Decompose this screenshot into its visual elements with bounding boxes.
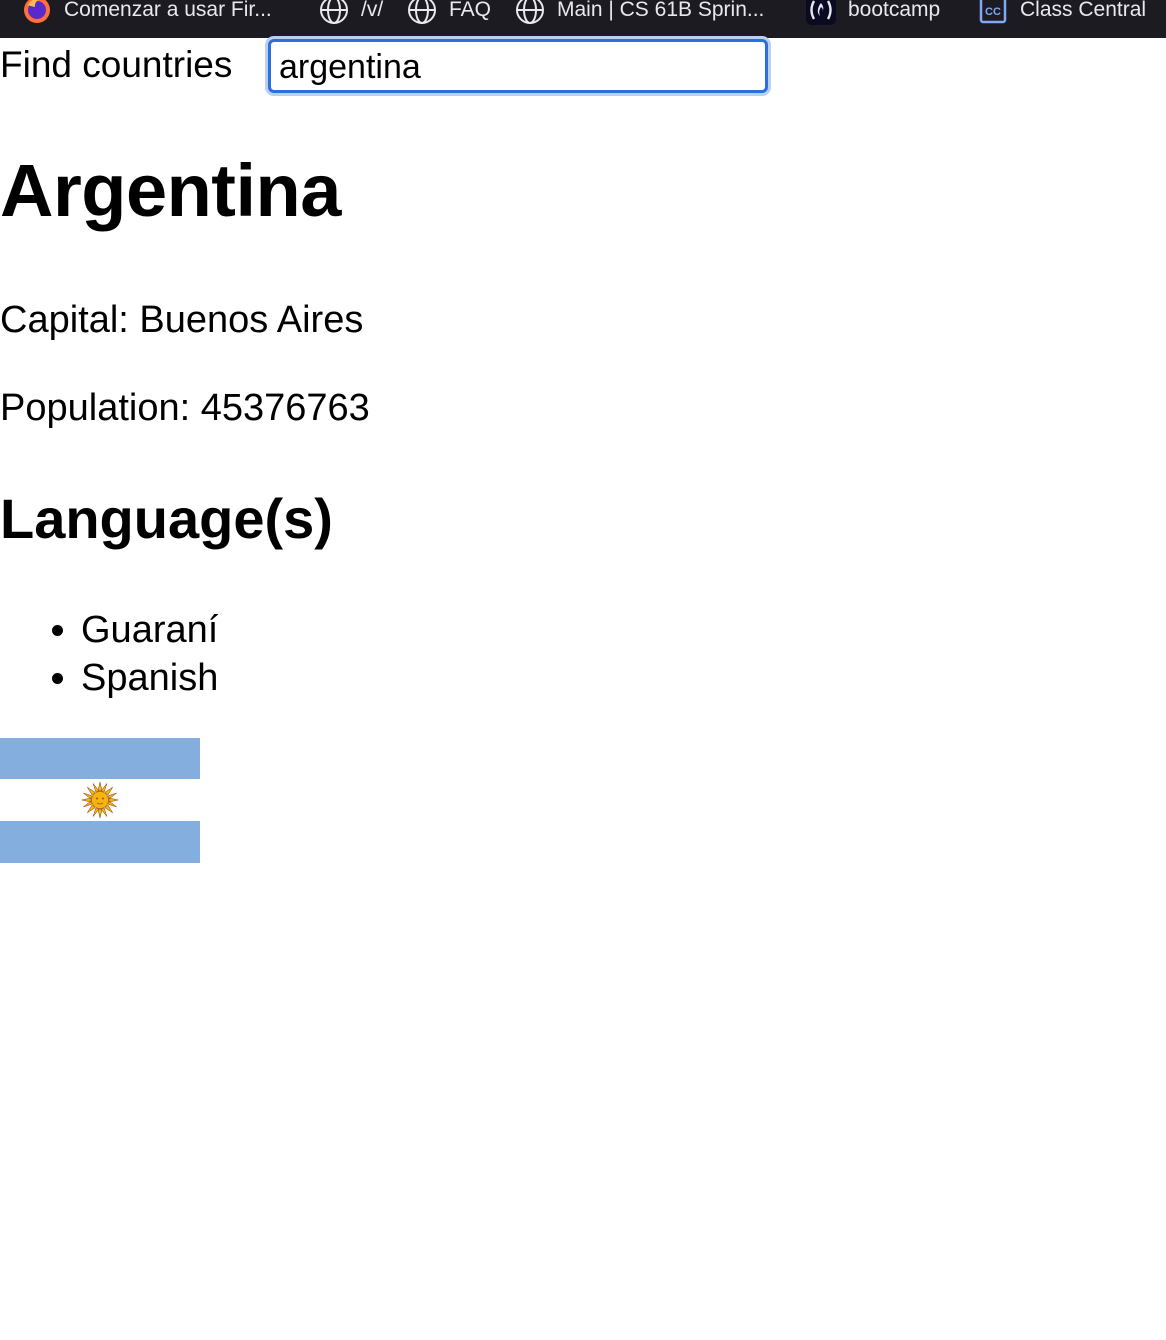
population-label: Population: bbox=[0, 387, 191, 429]
globe-icon bbox=[319, 0, 349, 25]
firefox-icon bbox=[22, 0, 52, 25]
globe-icon bbox=[407, 0, 437, 25]
class-central-icon: CC bbox=[978, 0, 1008, 25]
country-search-input[interactable] bbox=[268, 39, 768, 93]
population-value: 45376763 bbox=[200, 387, 370, 429]
languages-list: Guaraní Spanish bbox=[0, 606, 218, 702]
languages-heading: Language(s) bbox=[0, 487, 333, 550]
bookmark-label: /v/ bbox=[361, 0, 384, 21]
search-label: Find countries bbox=[0, 43, 233, 85]
bookmark-v[interactable]: /v/ bbox=[319, 0, 383, 28]
bookmark-label: Main | CS 61B Sprin... bbox=[557, 0, 765, 21]
bookmark-label: FAQ bbox=[449, 0, 492, 21]
sun-of-may-icon bbox=[81, 781, 119, 819]
search-row: Find countries bbox=[0, 38, 232, 94]
language-item: Spanish bbox=[81, 654, 218, 702]
svg-text:CC: CC bbox=[985, 6, 1001, 18]
bookmarks-toolbar: Comenzar a usar Fir... /v/ FAQ Main | CS… bbox=[0, 0, 1166, 38]
bookmark-label: bootcamp bbox=[848, 0, 941, 21]
bookmark-firefox-start[interactable]: Comenzar a usar Fir... bbox=[22, 0, 272, 28]
language-item: Guaraní bbox=[81, 606, 218, 654]
bookmark-class-central[interactable]: CC Class Central bbox=[978, 0, 1146, 28]
capital-label: Capital: bbox=[0, 299, 129, 341]
bookmark-label: Comenzar a usar Fir... bbox=[64, 0, 272, 21]
globe-icon bbox=[515, 0, 545, 25]
capital-value: Buenos Aires bbox=[139, 299, 364, 341]
freecodecamp-icon bbox=[806, 0, 836, 25]
bookmark-label: Class Central bbox=[1020, 0, 1147, 21]
bookmark-cs61b[interactable]: Main | CS 61B Sprin... bbox=[515, 0, 764, 28]
bookmark-faq[interactable]: FAQ bbox=[407, 0, 491, 28]
capital-line: Capital: Buenos Aires bbox=[0, 301, 363, 339]
bookmark-bootcamp[interactable]: bootcamp bbox=[806, 0, 940, 28]
country-name-heading: Argentina bbox=[0, 149, 341, 232]
argentina-flag bbox=[0, 738, 200, 863]
population-line: Population: 45376763 bbox=[0, 389, 370, 427]
